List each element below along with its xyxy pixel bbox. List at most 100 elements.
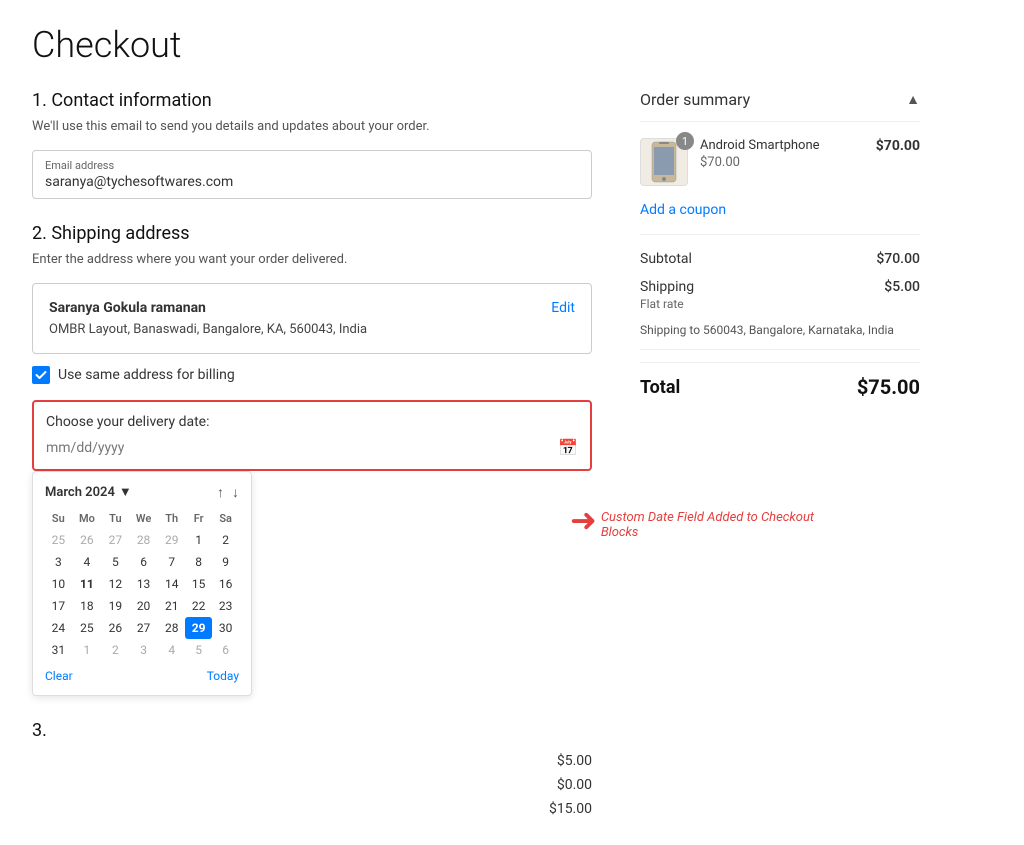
- same-billing-label: Use same address for billing: [58, 367, 235, 383]
- subtotal-label: Subtotal: [640, 251, 692, 267]
- calendar-day-header-sa: Sa: [212, 508, 239, 529]
- section-1-number: 1.: [32, 90, 47, 111]
- calendar-day[interactable]: 5: [102, 551, 129, 573]
- calendar-day[interactable]: 10: [45, 573, 72, 595]
- calendar-day[interactable]: 20: [129, 595, 159, 617]
- shipping-value: $5.00: [884, 279, 920, 295]
- calendar-day[interactable]: 19: [102, 595, 129, 617]
- calendar-day[interactable]: 14: [158, 573, 185, 595]
- order-summary-panel: Order summary ▲ 1: [640, 90, 920, 821]
- calendar-day[interactable]: 1: [72, 639, 102, 661]
- calendar-day[interactable]: 9: [212, 551, 239, 573]
- calendar-day[interactable]: 15: [185, 573, 212, 595]
- calendar-day[interactable]: 6: [212, 639, 239, 661]
- calendar-day[interactable]: 28: [129, 529, 159, 551]
- calendar-navigation: ↑ ↓: [217, 484, 239, 500]
- shipping-row: Shipping Flat rate $5.00: [640, 279, 920, 311]
- calendar-next-button[interactable]: ↓: [232, 484, 239, 500]
- calendar-prev-button[interactable]: ↑: [217, 484, 224, 500]
- calendar-day[interactable]: 21: [158, 595, 185, 617]
- edit-address-link[interactable]: Edit: [551, 300, 575, 316]
- same-billing-row[interactable]: Use same address for billing: [32, 366, 592, 384]
- product-price-sub: $70.00: [700, 155, 864, 170]
- shipping-section: 2. Shipping address Enter the address wh…: [32, 223, 592, 821]
- section-3-prices: $5.00 $0.00 $15.00: [32, 749, 592, 821]
- total-label: Total: [640, 377, 680, 398]
- product-quantity-badge: 1: [676, 132, 694, 150]
- calendar-day[interactable]: 2: [212, 529, 239, 551]
- price-row-1: $5.00: [32, 749, 592, 773]
- annotation-container: ➜ Custom Date Field Added to Checkout Bl…: [570, 506, 821, 540]
- shipping-label: Shipping: [640, 279, 694, 295]
- calendar-day[interactable]: 7: [158, 551, 185, 573]
- calendar-day[interactable]: 29: [158, 529, 185, 551]
- calendar-day[interactable]: 4: [72, 551, 102, 573]
- calendar-clear-link[interactable]: Clear: [45, 669, 73, 683]
- calendar-day[interactable]: 29: [185, 617, 212, 639]
- calendar-day[interactable]: 27: [129, 617, 159, 639]
- calendar-day[interactable]: 25: [72, 617, 102, 639]
- calendar-day[interactable]: 25: [45, 529, 72, 551]
- section-2-title: Shipping address: [51, 223, 189, 244]
- same-billing-checkbox[interactable]: [32, 366, 50, 384]
- calendar-toggle-icon[interactable]: 📅: [558, 438, 578, 457]
- customer-name: Saranya Gokula ramanan: [49, 300, 206, 316]
- calendar-today-link[interactable]: Today: [207, 669, 239, 683]
- calendar-day[interactable]: 24: [45, 617, 72, 639]
- product-name: Android Smartphone: [700, 138, 864, 153]
- product-image-wrapper: 1: [640, 138, 688, 186]
- calendar-day[interactable]: 11: [72, 573, 102, 595]
- order-summary-title: Order summary: [640, 90, 750, 109]
- calendar-dropdown-icon: ▼: [119, 484, 132, 500]
- section-3-number: 3.: [32, 720, 47, 741]
- address-box: Saranya Gokula ramanan Edit OMBR Layout,…: [32, 283, 592, 354]
- calendar-day[interactable]: 6: [129, 551, 159, 573]
- calendar-day[interactable]: 16: [212, 573, 239, 595]
- subtotal-row: Subtotal $70.00: [640, 251, 920, 267]
- calendar-day[interactable]: 17: [45, 595, 72, 617]
- calendar-day[interactable]: 1: [185, 529, 212, 551]
- price-row-3: $15.00: [32, 797, 592, 821]
- calendar-day[interactable]: 26: [72, 529, 102, 551]
- calendar-day[interactable]: 22: [185, 595, 212, 617]
- product-row: 1 Android Smartphone $70.00 $70.00: [640, 138, 920, 186]
- annotation-text: Custom Date Field Added to Checkout Bloc…: [601, 506, 821, 540]
- shipping-type: Flat rate: [640, 297, 694, 311]
- shipping-destination: Shipping to 560043, Bangalore, Karnataka…: [640, 323, 920, 350]
- calendar-day-header-su: Su: [45, 508, 72, 529]
- calendar-day[interactable]: 4: [158, 639, 185, 661]
- calendar-day[interactable]: 30: [212, 617, 239, 639]
- email-value: saranya@tychesoftwares.com: [45, 174, 233, 190]
- add-coupon-link[interactable]: Add a coupon: [640, 202, 920, 235]
- price-row-2: $0.00: [32, 773, 592, 797]
- calendar-day[interactable]: 3: [129, 639, 159, 661]
- product-price-main: $70.00: [876, 138, 920, 154]
- contact-subtitle: We'll use this email to send you details…: [32, 119, 592, 134]
- calendar-day[interactable]: 26: [102, 617, 129, 639]
- order-summary-collapse-icon[interactable]: ▲: [906, 91, 920, 108]
- date-input[interactable]: mm/dd/yyyy: [46, 440, 124, 456]
- calendar-grid: Su Mo Tu We Th Fr Sa 2526272829123456789…: [45, 508, 239, 661]
- calendar-day[interactable]: 27: [102, 529, 129, 551]
- calendar-month-label[interactable]: March 2024 ▼: [45, 484, 132, 500]
- calendar-day[interactable]: 28: [158, 617, 185, 639]
- calendar-day-header-th: Th: [158, 508, 185, 529]
- shipping-subtitle: Enter the address where you want your or…: [32, 252, 592, 267]
- calendar-day[interactable]: 2: [102, 639, 129, 661]
- calendar-day[interactable]: 12: [102, 573, 129, 595]
- calendar-day[interactable]: 13: [129, 573, 159, 595]
- contact-section: 1. Contact information We'll use this em…: [32, 90, 592, 199]
- calendar-day-header-tu: Tu: [102, 508, 129, 529]
- page-title: Checkout: [32, 24, 992, 66]
- calendar-day[interactable]: 5: [185, 639, 212, 661]
- section-1-title: Contact information: [51, 90, 211, 111]
- email-field-wrapper[interactable]: Email address saranya@tychesoftwares.com: [32, 150, 592, 199]
- total-value: $75.00: [857, 375, 920, 399]
- calendar-day[interactable]: 18: [72, 595, 102, 617]
- calendar-day[interactable]: 23: [212, 595, 239, 617]
- calendar-day[interactable]: 3: [45, 551, 72, 573]
- calendar-day[interactable]: 8: [185, 551, 212, 573]
- product-details: Android Smartphone $70.00: [700, 138, 864, 170]
- calendar-day[interactable]: 31: [45, 639, 72, 661]
- subtotal-value: $70.00: [876, 251, 920, 267]
